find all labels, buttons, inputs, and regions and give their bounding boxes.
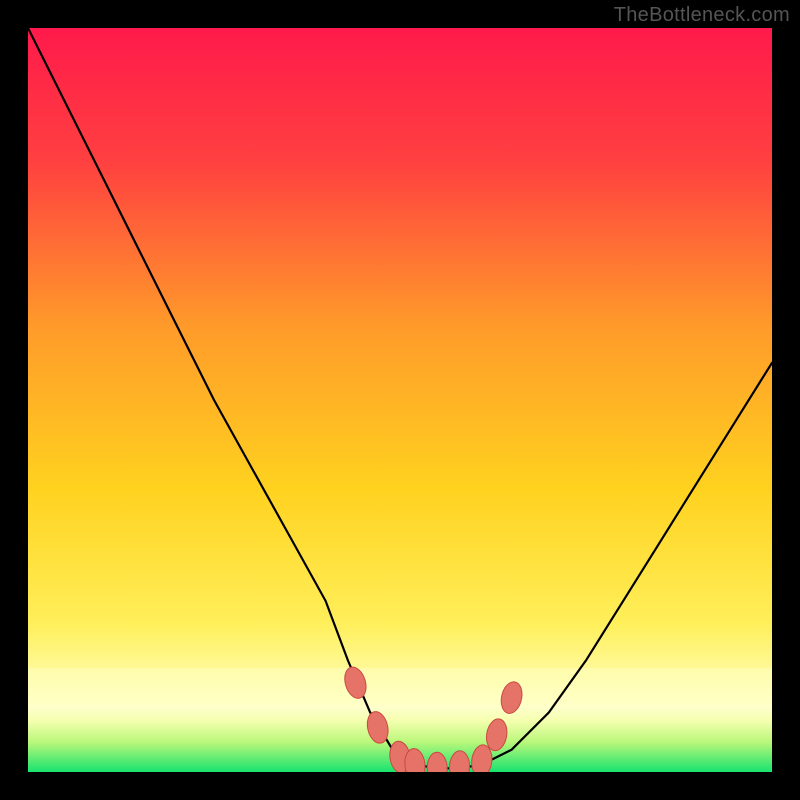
plot-area	[28, 28, 772, 772]
chart-frame: TheBottleneck.com	[0, 0, 800, 800]
chart-svg	[28, 28, 772, 772]
highlight-band	[28, 668, 772, 706]
watermark-text: TheBottleneck.com	[614, 4, 790, 27]
gradient-background	[28, 28, 772, 772]
